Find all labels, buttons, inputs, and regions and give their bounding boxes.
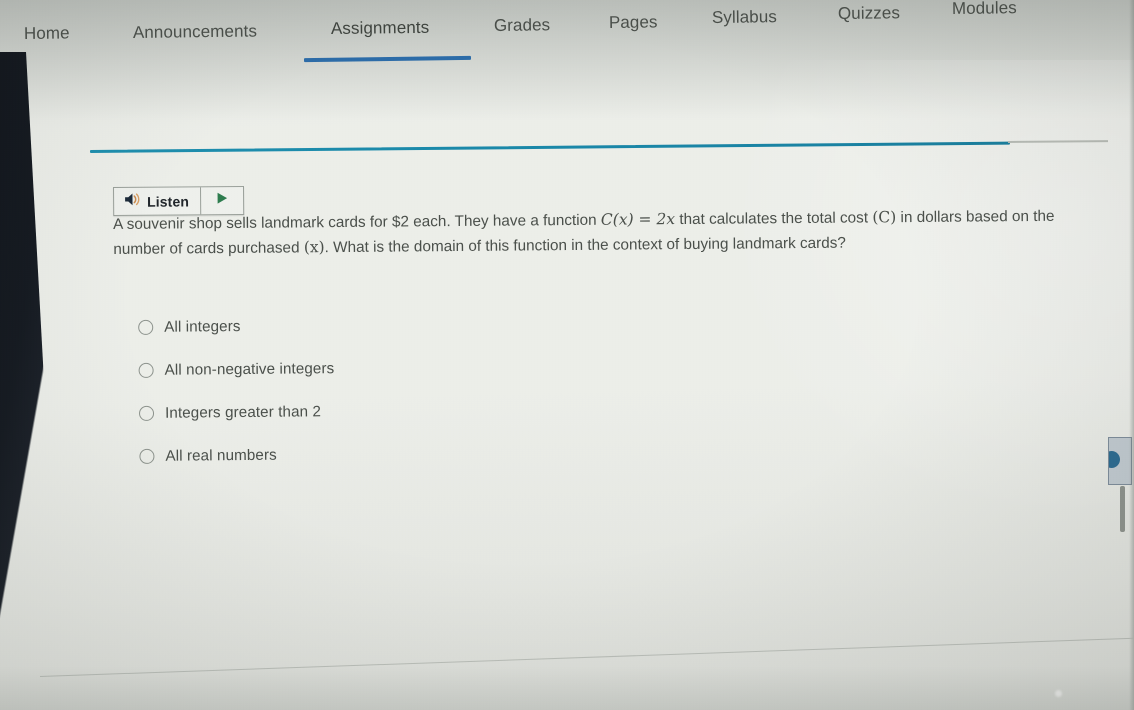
listen-button-label: Listen [147,192,190,210]
side-panel-indicator-icon [1109,451,1120,468]
radio-button-icon[interactable] [138,319,154,335]
nav-tab-modules[interactable]: Modules [952,0,1017,19]
nav-tab-label: Modules [951,0,1017,19]
answer-option-row[interactable]: All integers [138,300,738,349]
nav-tab-grades[interactable]: Grades [494,15,551,36]
nav-tab-label: Announcements [132,21,258,43]
vertical-scrollbar[interactable] [1120,486,1125,532]
nav-tab-label: Home [23,23,70,44]
answer-option-row[interactable]: All real numbers [139,429,739,478]
question-segment-1: A souvenir shop sells landmark cards for… [113,211,601,233]
nav-tab-assignments[interactable]: Assignments [331,18,430,39]
radio-button-icon[interactable] [139,448,155,464]
question-segment-2: that calculates the total cost [674,209,873,229]
radio-button-icon[interactable] [138,405,155,421]
course-navigation: Home Announcements Assignments Grades Pa… [0,0,1134,70]
nav-tab-label: Pages [608,12,658,33]
nav-tab-label: Grades [493,15,551,36]
answer-option-label: All real numbers [165,446,277,465]
nav-active-underline [303,55,472,63]
light-speck [1055,690,1062,697]
screen-right-edge [1129,0,1134,710]
speaker-sound-icon [123,191,142,211]
math-function-expression: C(x) = 2x [600,210,676,229]
nav-tab-syllabus[interactable]: Syllabus [712,7,777,28]
nav-tab-announcements[interactable]: Announcements [133,21,257,43]
answer-option-label: Integers greater than 2 [164,403,322,422]
question-text: A souvenir shop sells landmark cards for… [113,203,1103,262]
nav-tab-label: Syllabus [711,7,778,28]
answer-option-label: All integers [164,318,241,336]
answer-option-row[interactable]: Integers greater than 2 [138,386,739,435]
question-segment-4: . What is the domain of this function in… [324,234,846,257]
browser-screenshot: Home Announcements Assignments Grades Pa… [0,0,1134,710]
play-triangle-icon [215,191,229,210]
nav-tab-label: Quizzes [837,3,901,24]
math-variable-symbol: (x) [303,238,325,257]
nav-tab-pages[interactable]: Pages [609,12,658,33]
nav-tab-label: Assignments [330,17,430,39]
answer-options-list: All integers All non-negative integers I… [138,300,740,478]
radio-button-icon[interactable] [138,362,154,378]
nav-tab-home[interactable]: Home [24,23,70,44]
nav-tab-quizzes[interactable]: Quizzes [838,3,900,24]
math-cost-symbol: (C) [872,208,897,227]
answer-option-label: All non-negative integers [164,360,335,379]
answer-option-row[interactable]: All non-negative integers [138,343,738,392]
